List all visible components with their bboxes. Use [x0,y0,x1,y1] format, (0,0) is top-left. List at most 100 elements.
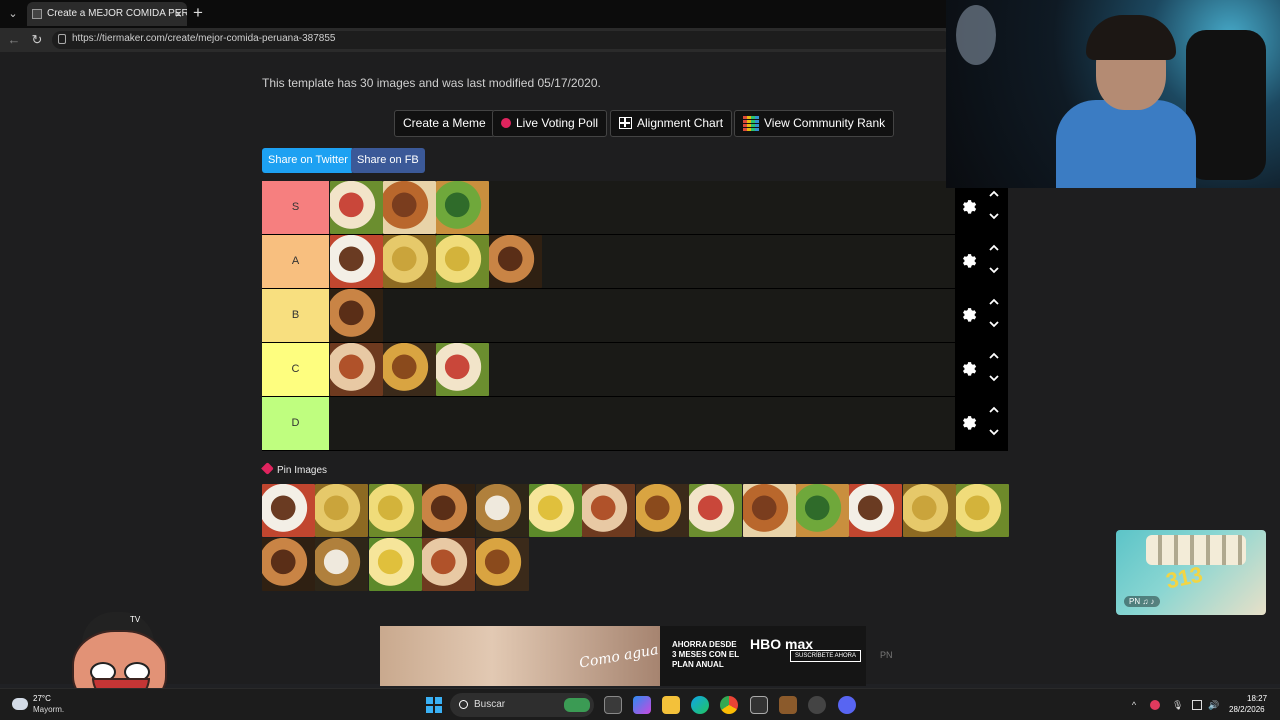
browser-tab[interactable]: Create a MEJOR COMIDA PERUANA × [27,2,187,26]
url-field[interactable]: https://tiermaker.com/create/mejor-comid… [52,31,952,49]
pool-tile-chupe[interactable] [956,484,1010,537]
weather-description: Mayorm. [33,705,65,714]
tier-row[interactable]: B [262,289,955,343]
share-twitter-button[interactable]: Share on Twitter [262,148,354,173]
tier-row[interactable]: S [262,181,955,235]
food-tile-papas-huancaina[interactable] [383,343,436,396]
microphone-icon[interactable]: 🎙 [1172,700,1183,710]
move-down-chevron-icon[interactable] [989,373,999,383]
pool-number: 313 [1163,561,1205,594]
move-down-chevron-icon[interactable] [989,427,999,437]
pool-tile-rocoto-relleno[interactable] [262,538,315,591]
food-tile-roast-chicken[interactable] [330,181,383,234]
move-up-chevron-icon[interactable] [989,405,999,415]
tray-overflow-chevron-icon[interactable]: ^ [1129,700,1139,710]
tier-row[interactable]: D [262,397,955,451]
weather-cloud-icon[interactable] [12,698,28,710]
gear-icon[interactable] [959,414,977,432]
steam-icon[interactable] [808,696,826,714]
pool-tile-pasta-verde[interactable] [422,538,476,591]
clock-date[interactable]: 28/2/2026 [1229,705,1265,714]
gear-icon[interactable] [959,306,977,324]
tier-controls [955,397,1008,451]
pool-tile-chicharron[interactable] [475,484,529,537]
food-tile-ceviche-plate[interactable] [383,181,436,234]
pool-tile-burger[interactable] [368,484,422,537]
copilot-icon[interactable] [633,696,651,714]
live-voting-poll-button[interactable]: Live Voting Poll [492,110,608,137]
file-explorer-icon[interactable] [662,696,680,714]
gear-icon[interactable] [959,198,977,216]
pin-images-toggle[interactable]: Pin Images [261,462,327,476]
tab-close-icon[interactable]: × [175,2,182,26]
tier-label[interactable]: A [262,235,329,288]
store-icon[interactable] [750,696,768,714]
create-meme-button[interactable]: Create a Meme [394,110,495,137]
food-tile-lomo-saltado[interactable] [383,235,436,288]
clock-time[interactable]: 18:27 [1247,694,1267,703]
move-down-chevron-icon[interactable] [989,319,999,329]
pool-cam-overlay: 313 PN ♫ ♪ [1116,530,1266,615]
share-facebook-button[interactable]: Share on FB [351,148,425,173]
tier-row[interactable]: C [262,343,955,397]
chrome-icon[interactable] [720,696,738,714]
tier-controls [955,235,1008,289]
ad-subscribe-button[interactable]: SUSCRÍBETE AHORA [790,650,862,662]
pool-tile-seco-de-res[interactable] [315,538,369,591]
edge-browser-icon[interactable] [691,696,709,714]
taskbar-search[interactable]: Buscar [450,693,594,717]
pool-tile-adobo[interactable] [475,538,529,591]
site-info-icon[interactable] [58,34,66,44]
reload-icon[interactable]: ↻ [29,32,45,48]
tier-row[interactable]: A [262,235,955,289]
pool-tile-tallarines[interactable] [368,538,422,591]
food-tile-tallarines-verdes[interactable] [330,235,383,288]
windows-start-icon[interactable] [426,697,442,713]
move-down-chevron-icon[interactable] [989,211,999,221]
new-tab-button[interactable]: + [193,3,203,23]
image-pool [262,484,1010,592]
tier-label[interactable]: B [262,289,329,342]
food-tile-arroz-con-mariscos[interactable] [436,235,489,288]
move-down-chevron-icon[interactable] [989,265,999,275]
move-up-chevron-icon[interactable] [989,297,999,307]
pool-tile-cau-cau[interactable] [635,484,689,537]
network-icon[interactable] [1192,700,1202,710]
pool-tile-sanguche[interactable] [689,484,743,537]
back-arrow-icon[interactable]: ← [6,32,22,48]
pool-tile-picarones[interactable] [849,484,903,537]
gear-icon[interactable] [959,252,977,270]
food-tile-empanada[interactable] [330,289,383,342]
tiermaker-favicon-icon [32,9,42,19]
pool-tile-causa-roll[interactable] [262,484,315,537]
tab-list-chevron-icon[interactable]: ⌄ [4,5,22,23]
food-tile-aji-de-gallina[interactable] [489,235,542,288]
volume-icon[interactable]: 🔊 [1208,700,1219,710]
view-community-rank-button[interactable]: View Community Rank [734,110,895,137]
pool-tile-papas-fritas[interactable] [582,484,636,537]
pool-tile-beef-heart[interactable] [315,484,369,537]
pool-tile-tacu-tacu[interactable] [422,484,476,537]
discord-icon[interactable] [838,696,856,714]
gear-icon[interactable] [959,360,977,378]
search-highlight-icon [564,698,590,712]
search-placeholder: Buscar [474,699,506,710]
food-tile-arroz-chaufa[interactable] [330,343,383,396]
task-view-icon[interactable] [604,696,622,714]
alignment-chart-button[interactable]: Alignment Chart [610,110,733,137]
game-app-icon[interactable] [779,696,797,714]
food-tile-anticuchos-skewers[interactable] [436,181,489,234]
pool-tile-tamal[interactable] [529,484,582,537]
move-up-chevron-icon[interactable] [989,189,999,199]
move-up-chevron-icon[interactable] [989,351,999,361]
tier-label[interactable]: D [262,397,329,450]
pool-tile-carapulcra[interactable] [902,484,956,537]
food-tile-cuy-roast[interactable] [436,343,489,396]
move-up-chevron-icon[interactable] [989,243,999,253]
tray-app-icon[interactable] [1150,700,1160,710]
pool-tile-pachamanca[interactable] [796,484,849,537]
tier-label[interactable]: S [262,181,329,234]
pool-tile-causa-limena[interactable] [742,484,796,537]
tier-label[interactable]: C [262,343,329,396]
hbo-max-ad-banner[interactable]: Como agua para Chocolate AHORRA DESDE 3 … [380,626,866,686]
